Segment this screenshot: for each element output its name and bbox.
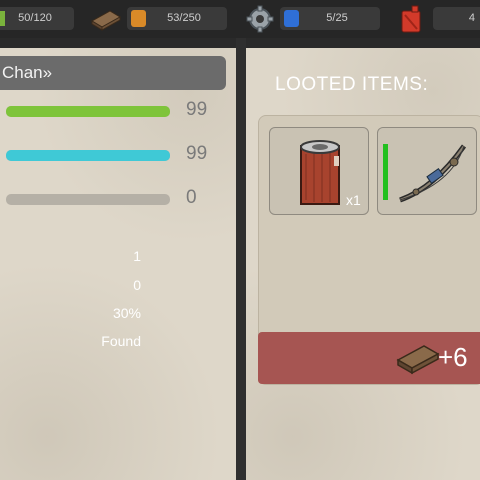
empty-stat-bar (6, 194, 170, 205)
item-quality-indicator (383, 144, 388, 200)
health-bar-fill (6, 106, 170, 117)
resource-value-3: 5/25 (326, 12, 348, 24)
resource-level-indicator (0, 11, 5, 26)
loot-bonus-value: +6 (438, 342, 468, 372)
resource-value-1: 50/120 (18, 12, 52, 24)
looted-items-title: LOOTED ITEMS: (275, 74, 429, 95)
health-bar (6, 106, 170, 117)
loot-bonus-bar: +6 (258, 332, 480, 384)
stat-value-1: 1 (133, 248, 141, 264)
wood-plank-icon (91, 10, 121, 31)
resource-value-2: 53/250 (167, 12, 201, 24)
gear-icon (246, 5, 274, 33)
empty-stat-value: 0 (186, 187, 197, 208)
health-value: 99 (186, 99, 208, 120)
energy-value: 99 (186, 143, 208, 164)
resource-value-4: 4 (468, 12, 475, 24)
loot-slot-1[interactable]: x1 (269, 127, 369, 215)
wood-plank-icon (396, 345, 440, 375)
stat-value-3: 30% (112, 305, 141, 321)
orange-box-icon (131, 10, 146, 27)
stat-value-4: Found (101, 333, 141, 349)
resource-counter-1: 50/120 (0, 7, 74, 30)
character-panel: Chan» 99 99 0 1 0 30% Found (0, 48, 236, 480)
loot-panel: LOOTED ITEMS: x1 +6 (246, 48, 480, 480)
blue-box-icon (284, 10, 299, 27)
energy-bar (6, 150, 170, 161)
leather-roll-icon (300, 140, 340, 205)
loot-slot-2[interactable] (377, 127, 477, 215)
resource-bar: 50/120 53/250 5/25 4 (0, 0, 480, 38)
stat-value-2: 0 (133, 277, 141, 293)
fuel-canister-icon (401, 5, 421, 33)
character-name: Chan» (0, 56, 226, 90)
resource-counter-4: 4 (433, 7, 480, 30)
energy-bar-fill (6, 150, 170, 161)
panel-divider (236, 38, 246, 480)
item-count: x1 (346, 192, 361, 208)
crossbow-icon (399, 144, 467, 203)
